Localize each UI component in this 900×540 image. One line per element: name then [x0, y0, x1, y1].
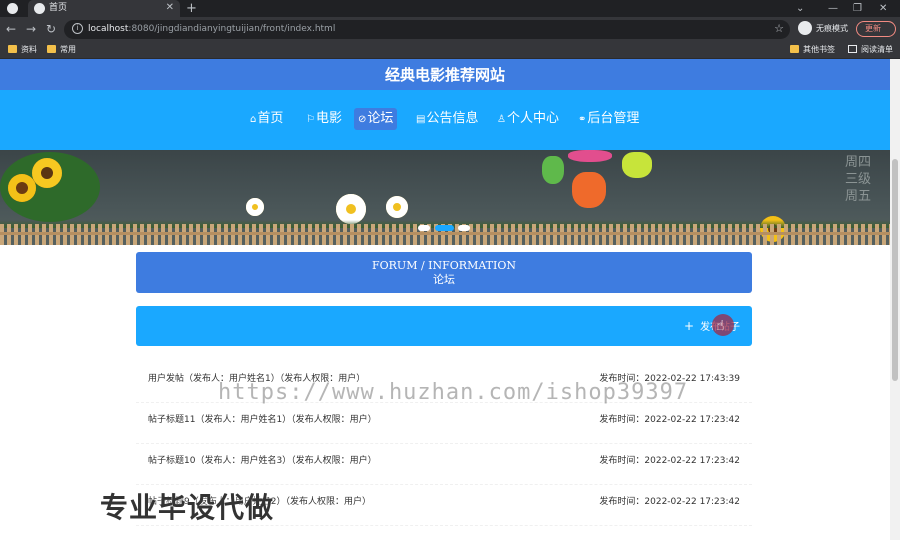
globe-icon	[34, 3, 45, 14]
bookmark-folder[interactable]: 资料	[8, 44, 37, 56]
hand-print-yellow	[622, 152, 652, 178]
reading-list-icon	[848, 45, 857, 53]
post-time: 发布时间：2022-02-22 17:23:42	[599, 415, 740, 425]
browser-tab-bar: 首页 ✕ + ⌄ — ❐ ✕	[0, 0, 900, 17]
nav-label: 公告信息	[426, 111, 479, 126]
reading-list-label: 阅读清单	[861, 45, 893, 54]
other-bookmarks-label: 其他书签	[803, 45, 835, 54]
sunflower-image	[8, 174, 36, 202]
url-watermark: https://www.huzhan.com/ishop39397	[218, 380, 689, 405]
url-text: localhost:8080/jingdiandianyingtuijian/f…	[88, 23, 335, 36]
nav-label: 个人中心	[506, 111, 559, 126]
carousel-dot[interactable]	[418, 225, 430, 231]
incognito-label: 无痕模式	[816, 24, 848, 33]
post-time: 发布时间：2022-02-22 17:23:42	[599, 456, 740, 466]
nav-label: 电影	[315, 111, 342, 126]
incognito-icon[interactable]	[798, 21, 812, 35]
forum-heading: FORUM / INFORMATION 论坛	[136, 252, 752, 293]
tab-title: 首页	[49, 3, 68, 13]
carousel-indicators	[418, 225, 478, 233]
news-icon: ▤	[416, 114, 426, 125]
nav-label: 后台管理	[587, 111, 640, 126]
nav-movies[interactable]: ⚐电影	[302, 108, 346, 130]
flag-icon: ⚐	[306, 114, 315, 125]
browser-tab[interactable]: 首页 ✕	[28, 0, 180, 17]
link-icon: ⚭	[578, 114, 587, 125]
new-tab-button[interactable]: +	[186, 0, 197, 17]
bookmark-folder[interactable]: 常用	[47, 44, 76, 56]
nav-forum[interactable]: ⊘论坛	[354, 108, 398, 130]
tab-close-icon[interactable]: ✕	[166, 1, 174, 15]
folder-icon	[790, 45, 799, 53]
forum-heading-zh: 论坛	[433, 273, 455, 286]
folder-icon	[8, 45, 17, 53]
page-content: 经典电影推荐网站 ⌂首页 ⚐电影 ⊘论坛 ▤公告信息 ♙个人中心 ⚭后台管理 周…	[0, 59, 890, 540]
nav-admin[interactable]: ⚭后台管理	[574, 108, 643, 130]
post-title[interactable]: 帖子标题10（发布人：用户姓名3）（发布人权限：用户）	[148, 455, 377, 468]
promo-overlay-text: 专业毕设代做	[100, 491, 275, 524]
nav-label: 首页	[257, 111, 284, 126]
post-row[interactable]: 帖子标题10（发布人：用户姓名3）（发布人权限：用户） 发布时间：2022-02…	[136, 444, 752, 485]
url-path: :8080/jingdiandianyingtuijian/front/inde…	[128, 24, 336, 34]
plus-icon: +	[684, 319, 695, 333]
bookmark-label: 资料	[21, 45, 37, 54]
site-title: 经典电影推荐网站	[384, 66, 505, 84]
banner-carousel[interactable]: 周四 三级 周五	[0, 150, 890, 245]
site-info-icon[interactable]: i	[72, 23, 83, 34]
forward-button[interactable]: →	[26, 21, 36, 37]
daisy-image	[246, 198, 264, 216]
post-time: 发布时间：2022-02-22 17:23:42	[599, 497, 740, 507]
main-nav: ⌂首页 ⚐电影 ⊘论坛 ▤公告信息 ♙个人中心 ⚭后台管理	[0, 90, 890, 150]
back-button[interactable]: ←	[6, 21, 16, 37]
update-button[interactable]: 更新	[856, 21, 896, 37]
nav-user-center[interactable]: ♙个人中心	[493, 108, 563, 130]
post-action-bar: +发布帖子	[136, 306, 752, 346]
hand-print-green	[542, 156, 564, 184]
browser-logo-icon	[7, 3, 18, 14]
bookmark-label: 常用	[60, 45, 76, 54]
page-scrollbar[interactable]	[890, 59, 900, 540]
hand-print-orange	[572, 172, 606, 208]
carousel-dot[interactable]	[458, 225, 470, 231]
browser-toolbar: ← → ↻ i localhost:8080/jingdiandianyingt…	[0, 17, 900, 42]
site-header: 经典电影推荐网站	[0, 59, 890, 90]
carousel-dot-active[interactable]	[435, 225, 454, 231]
folder-icon	[47, 45, 56, 53]
tag-icon: ⊘	[358, 114, 367, 125]
post-row[interactable]: 帖子标题11（发布人：用户姓名1）（发布人权限：用户） 发布时间：2022-02…	[136, 403, 752, 444]
bookmark-star-icon[interactable]: ☆	[774, 22, 784, 36]
url-host: localhost	[88, 24, 129, 34]
address-bar[interactable]: i localhost:8080/jingdiandianyingtuijian…	[64, 20, 790, 39]
tab-search-icon[interactable]: ⌄	[796, 0, 804, 17]
bookmarks-bar: 资料 常用 其他书签 阅读清单	[0, 42, 900, 59]
hand-print-pink	[568, 150, 612, 162]
reload-button[interactable]: ↻	[46, 21, 56, 37]
scrollbar-thumb[interactable]	[892, 159, 898, 381]
hand-cursor-icon: ☝	[716, 318, 725, 334]
user-icon: ♙	[497, 114, 506, 125]
sunflower-image	[32, 158, 62, 188]
close-window-button[interactable]: ✕	[879, 0, 887, 17]
reading-list[interactable]: 阅读清单	[848, 44, 893, 56]
other-bookmarks[interactable]: 其他书签	[790, 44, 835, 56]
daisy-image	[386, 196, 408, 218]
forum-heading-en: FORUM / INFORMATION	[372, 259, 516, 272]
nav-announcements[interactable]: ▤公告信息	[412, 108, 482, 130]
home-icon: ⌂	[250, 114, 257, 125]
nav-label: 论坛	[367, 111, 394, 126]
nav-home[interactable]: ⌂首页	[246, 108, 287, 130]
chalk-scribble: 周四 三级 周五	[845, 155, 872, 204]
minimize-button[interactable]: —	[828, 0, 838, 17]
restore-button[interactable]: ❐	[853, 0, 862, 17]
post-title[interactable]: 帖子标题11（发布人：用户姓名1）（发布人权限：用户）	[148, 414, 377, 427]
